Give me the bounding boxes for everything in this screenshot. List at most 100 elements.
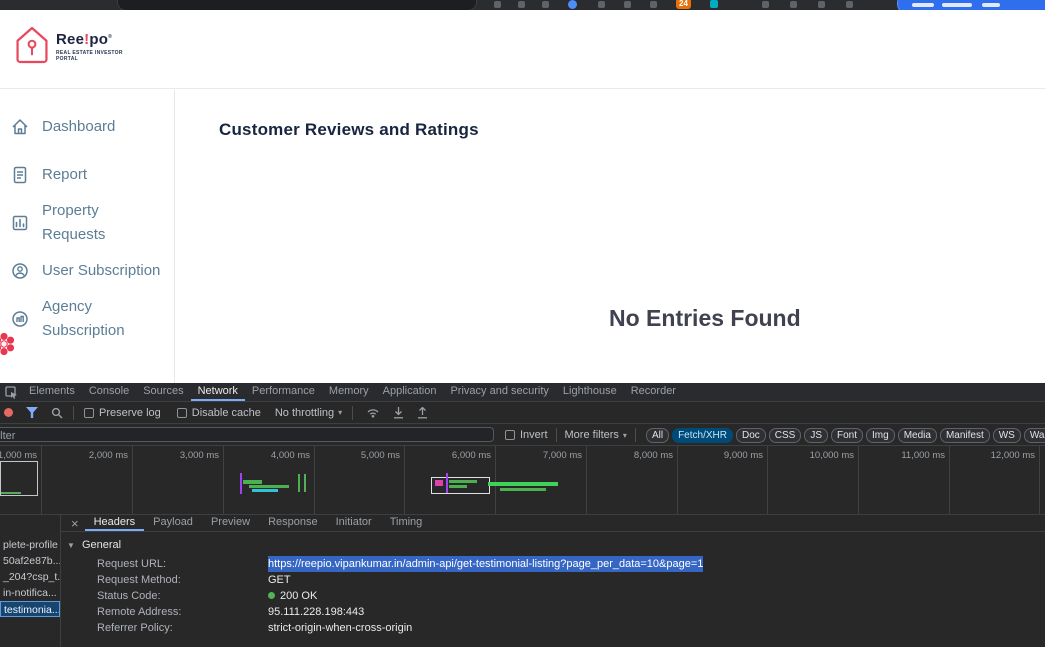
chip-doc[interactable]: Doc (736, 428, 766, 443)
timeline-gridline (314, 446, 315, 514)
user-subscription-icon (10, 261, 30, 281)
house-logo-icon (15, 25, 49, 65)
invert-checkbox[interactable]: Invert (505, 429, 548, 441)
request-row[interactable]: plete-profile (0, 537, 60, 553)
request-row[interactable]: 50af2e87b... (0, 553, 60, 569)
request-row-selected[interactable]: testimonia... (0, 601, 60, 617)
waterfall-bar (488, 482, 558, 486)
extension-icon[interactable] (846, 1, 853, 8)
chip-all[interactable]: All (646, 428, 669, 443)
more-filters-button[interactable]: More filters ▾ (565, 429, 627, 441)
close-icon[interactable]: × (71, 515, 79, 531)
extension-icon[interactable] (568, 0, 577, 9)
chip-js[interactable]: JS (804, 428, 828, 443)
invert-label: Invert (520, 429, 548, 441)
general-section-header[interactable]: ▼ General (61, 537, 1045, 553)
filter-funnel-icon[interactable] (26, 407, 38, 418)
timeline-gridline (132, 446, 133, 514)
waterfall-bar (304, 474, 306, 492)
sidebar-item-report[interactable]: Report (0, 151, 174, 199)
record-network-log-button[interactable] (4, 408, 13, 417)
extension-icon[interactable] (494, 1, 501, 8)
empty-state-message: No Entries Found (609, 305, 801, 332)
timeline-tick: 11,000 ms (885, 450, 945, 461)
chip-wasm[interactable]: Wasm (1024, 428, 1045, 443)
sidebar-item-label: User Subscription (42, 259, 160, 283)
tab-console[interactable]: Console (82, 383, 136, 401)
preserve-log-checkbox[interactable]: Preserve log (84, 407, 161, 419)
import-har-icon[interactable] (393, 407, 404, 419)
detail-tab-timing[interactable]: Timing (381, 515, 432, 531)
agency-subscription-icon (10, 309, 30, 329)
tab-memory[interactable]: Memory (322, 383, 376, 401)
sidebar-item-agency-subscription[interactable]: Agency Subscription (0, 295, 174, 343)
network-timeline-overview[interactable]: 1,000 ms 2,000 ms 3,000 ms 4,000 ms 5,00… (0, 446, 1045, 515)
tab-sources[interactable]: Sources (136, 383, 190, 401)
inspect-element-icon[interactable] (0, 383, 22, 401)
extension-icon[interactable] (818, 1, 825, 8)
reepo-logo[interactable]: Ree!po® REAL ESTATE INVESTOR PORTAL (15, 25, 123, 65)
detail-tab-preview[interactable]: Preview (202, 515, 259, 531)
extension-icon[interactable] (598, 1, 605, 8)
extension-icon[interactable] (762, 1, 769, 8)
extension-icon[interactable] (650, 1, 657, 8)
chip-media[interactable]: Media (898, 428, 937, 443)
request-row[interactable]: _204?csp_t... (0, 569, 60, 585)
chip-css[interactable]: CSS (769, 428, 802, 443)
sidebar-item-property-requests[interactable]: Property Requests (0, 199, 174, 247)
waterfall-bar (500, 488, 546, 491)
detail-tab-response[interactable]: Response (259, 515, 327, 531)
red-flower-widget-icon[interactable] (0, 331, 17, 357)
preserve-log-label: Preserve log (99, 407, 161, 419)
app-header: Ree!po® REAL ESTATE INVESTOR PORTAL (0, 10, 1045, 89)
detail-tab-initiator[interactable]: Initiator (327, 515, 381, 531)
timeline-gridline (495, 446, 496, 514)
tab-privacy-and-security[interactable]: Privacy and security (443, 383, 555, 401)
extension-icon[interactable] (624, 1, 631, 8)
brand-tagline-line2: PORTAL (56, 56, 123, 62)
chip-font[interactable]: Font (831, 428, 863, 443)
chip-img[interactable]: Img (866, 428, 895, 443)
timeline-tick: 6,000 ms (431, 450, 491, 461)
extension-icon[interactable] (542, 1, 549, 8)
timeline-gridline (858, 446, 859, 514)
tab-elements[interactable]: Elements (22, 383, 82, 401)
request-row[interactable]: in-notifica... (0, 585, 60, 601)
filter-input[interactable] (0, 428, 473, 443)
timeline-tick: 5,000 ms (340, 450, 400, 461)
network-bottom-split: plete-profile 50af2e87b... _204?csp_t...… (0, 515, 1045, 647)
tab-performance[interactable]: Performance (245, 383, 322, 401)
disable-cache-checkbox[interactable]: Disable cache (177, 407, 261, 419)
export-har-icon[interactable] (417, 407, 428, 419)
extension-icon[interactable] (790, 1, 797, 8)
search-icon[interactable] (51, 407, 63, 419)
waterfall-bar (1, 492, 21, 494)
tab-network[interactable]: Network (191, 383, 245, 401)
waterfall-bar (449, 485, 467, 488)
tab-recorder[interactable]: Recorder (624, 383, 683, 401)
header-label: Request URL: (97, 556, 268, 572)
network-conditions-icon[interactable] (366, 407, 380, 418)
detail-tab-payload[interactable]: Payload (144, 515, 202, 531)
chip-fetch-xhr[interactable]: Fetch/XHR (672, 428, 733, 443)
browser-chrome: 24 (0, 0, 1045, 10)
extension-icon[interactable] (518, 1, 525, 8)
timeline-gridline (223, 446, 224, 514)
sidebar-item-dashboard[interactable]: Dashboard (0, 103, 174, 151)
sidebar-item-user-subscription[interactable]: User Subscription (0, 247, 174, 295)
timeline-tick: 2,000 ms (68, 450, 128, 461)
chip-manifest[interactable]: Manifest (940, 428, 990, 443)
extension-icon[interactable] (710, 0, 718, 8)
tab-lighthouse[interactable]: Lighthouse (556, 383, 624, 401)
throttling-select[interactable]: No throttling ▾ (275, 407, 342, 419)
timeline-gridline (767, 446, 768, 514)
checkbox-box (505, 430, 515, 440)
chip-ws[interactable]: WS (993, 428, 1021, 443)
detail-tab-headers[interactable]: Headers (85, 515, 145, 531)
tab-application[interactable]: Application (376, 383, 444, 401)
timeline-gridline (949, 446, 950, 514)
network-toolbar: Preserve log Disable cache No throttling… (0, 402, 1045, 424)
extension-badge[interactable]: 24 (676, 0, 691, 9)
request-type-chips: All Fetch/XHR Doc CSS JS Font Img Media … (646, 428, 1045, 443)
filter-options: Invert More filters ▾ All Fetch/XHR Doc … (505, 424, 1045, 446)
